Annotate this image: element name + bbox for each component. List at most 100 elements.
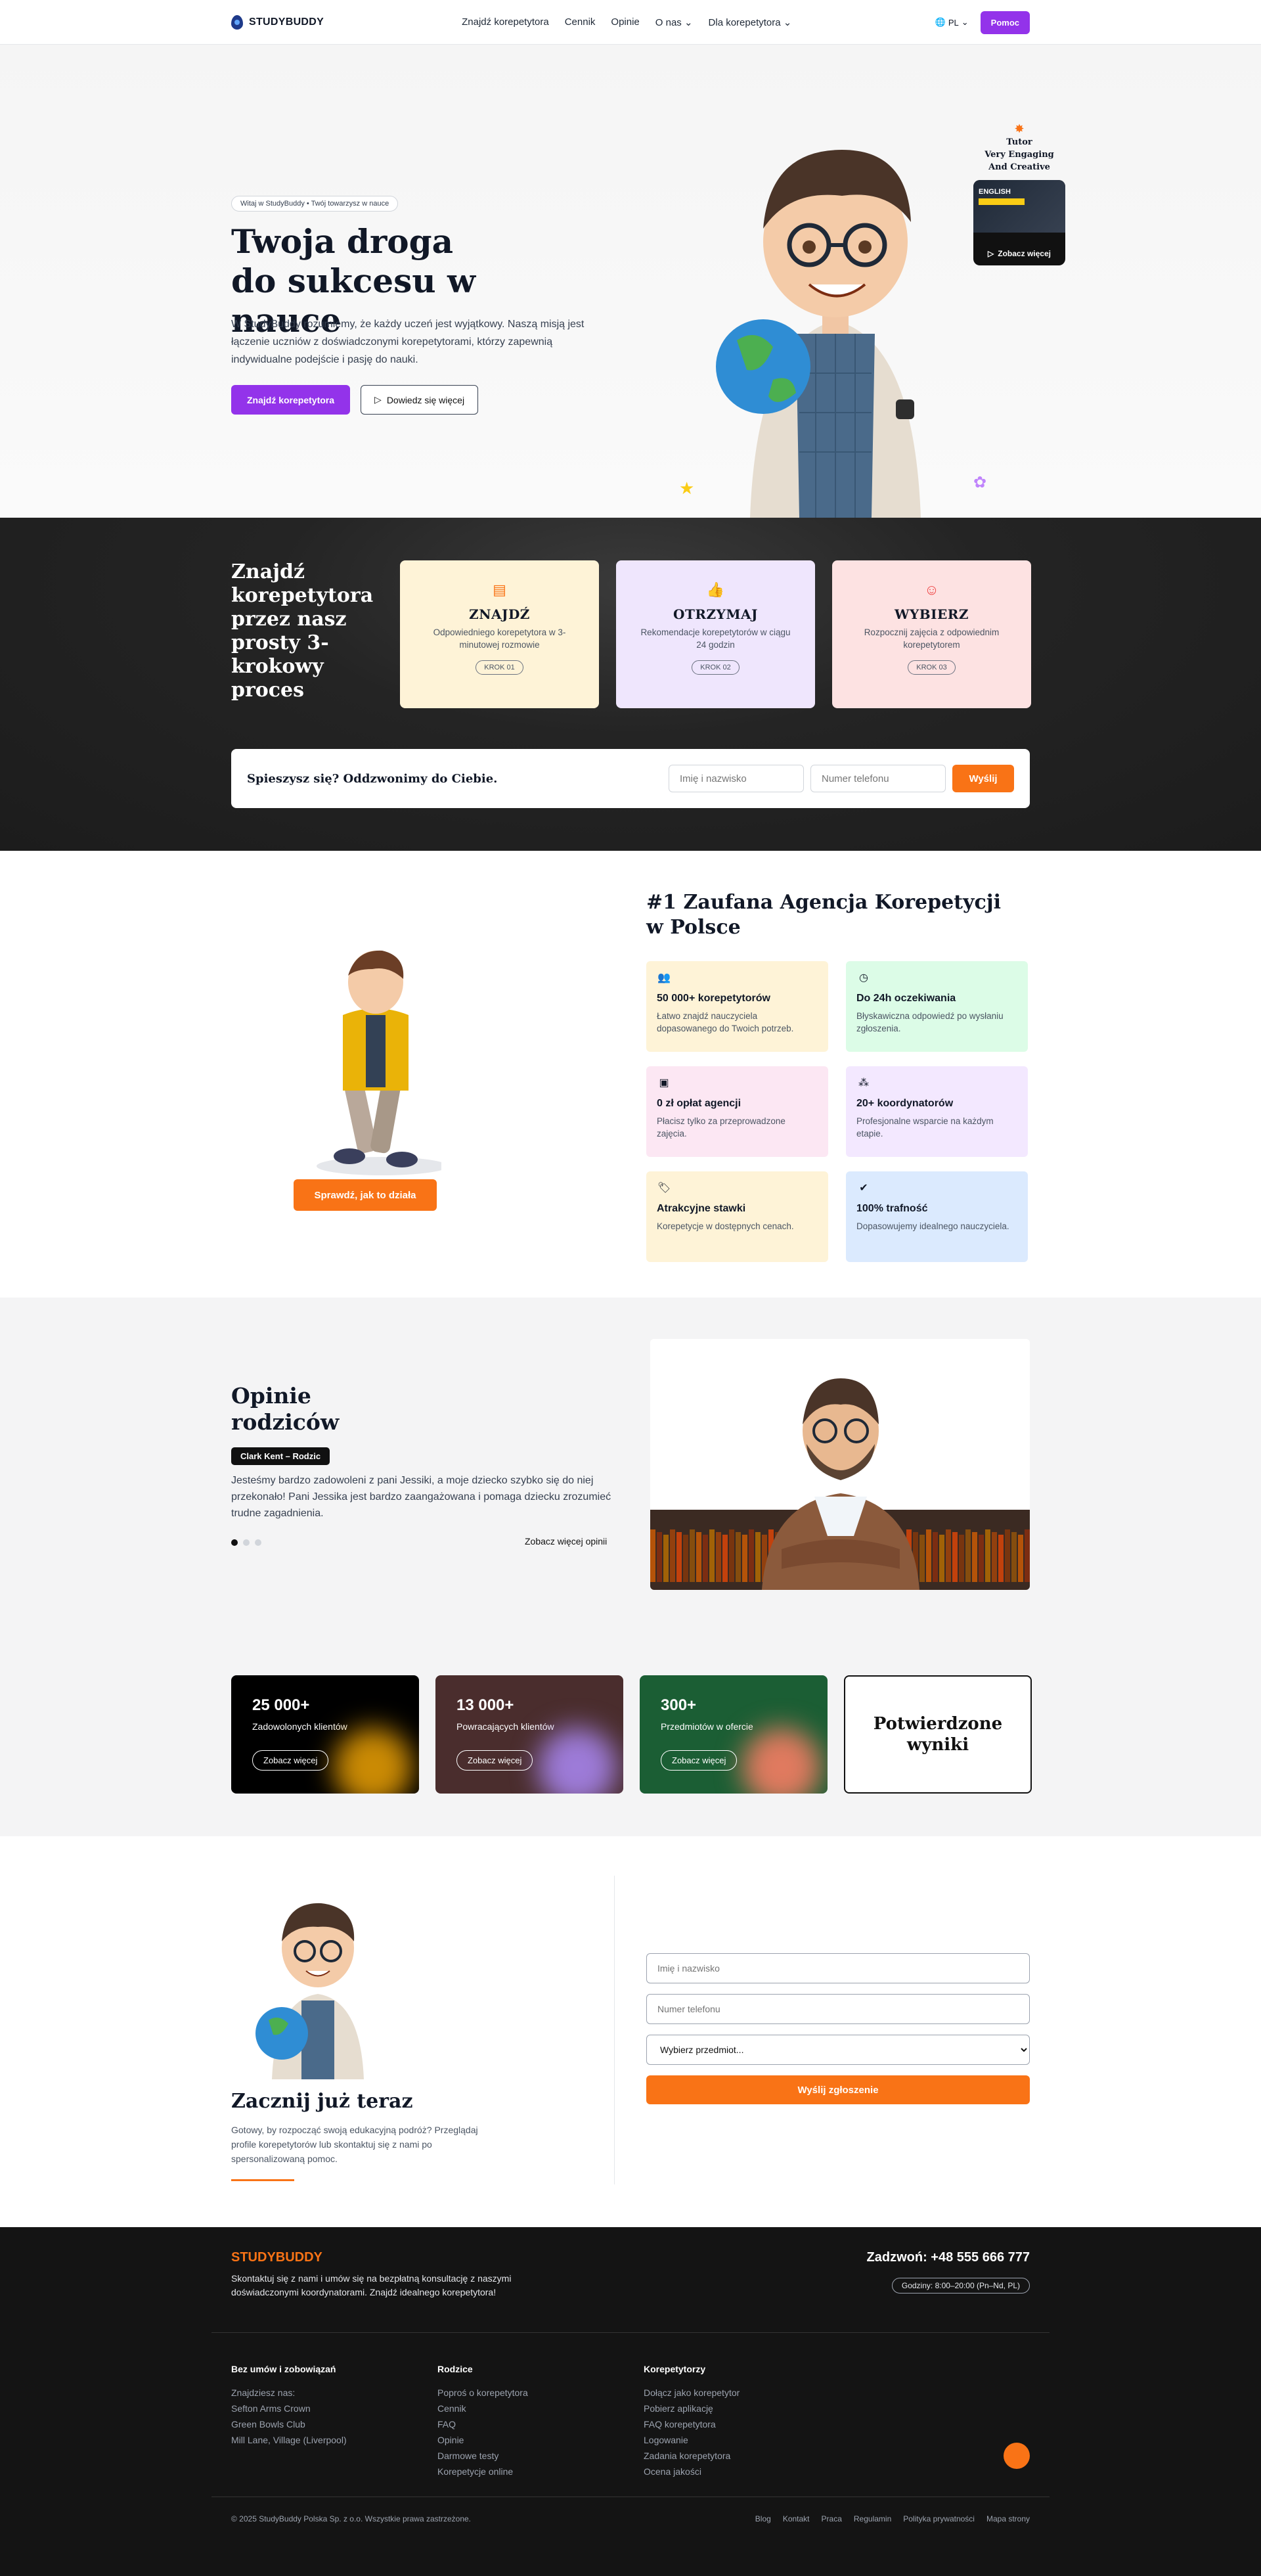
feature-card: ◷ Do 24h oczekiwania Błyskawiczna odpowied… <box>846 961 1028 1052</box>
footer-hours-badge: Godziny: 8:00–20:00 (Pn–Nd, PL) <box>891 2278 1030 2294</box>
footer-link[interactable]: Korepetycje online <box>437 2464 528 2479</box>
footer-link[interactable]: Cennik <box>437 2401 528 2416</box>
footer-link[interactable]: Opinie <box>437 2432 528 2448</box>
step-badge: KROK 01 <box>476 660 523 675</box>
nav-item-about[interactable]: O nas ⌄ <box>655 16 693 28</box>
step-badge: KROK 02 <box>692 660 740 675</box>
feature-desc: Korepetycje w dostępnych cenach. <box>657 1221 794 1231</box>
see-more-link[interactable]: ▷ Zobacz więcej <box>973 242 1065 265</box>
step-title: ZNAJDŹ <box>469 606 530 622</box>
step-desc: Rozpocznij zajęcia z odpowiednim korepet… <box>864 627 1000 650</box>
feature-title: 100% trafność <box>856 1203 928 1214</box>
nav-item-find-tutor[interactable]: Znajdź korepetytora <box>462 16 549 28</box>
footer-bottom-links: Blog Kontakt Praca Regulamin Polityka pr… <box>755 2514 1030 2523</box>
feature-desc: Płacisz tylko za przeprowadzone zajęcia. <box>657 1116 785 1139</box>
callback-submit-button[interactable]: Wyślij <box>952 765 1014 792</box>
footer-bottom-link[interactable]: Praca <box>822 2514 842 2523</box>
agency-title-line1: #1 Zaufana Agencja Korepetycji <box>646 891 1001 914</box>
top-nav: STUDYBUDDY Znajdź korepetytora Cennik Op… <box>0 0 1261 45</box>
stat-card-clients: 25 000+ Zadowolonych klientów Zobacz wię… <box>231 1675 419 1794</box>
footer-link[interactable]: Ocena jakości <box>644 2464 740 2479</box>
stat-value: 300+ <box>661 1696 697 1714</box>
footer-link[interactable]: Zadania korepetytora <box>644 2448 740 2464</box>
stat-value: 13 000+ <box>456 1696 514 1714</box>
nav-item-pricing[interactable]: Cennik <box>565 16 596 28</box>
nav-item-reviews[interactable]: Opinie <box>611 16 639 28</box>
opinions-title-line2: rodziców <box>231 1409 340 1435</box>
nav-item-for-tutors[interactable]: Dla korepetytora ⌄ <box>709 16 792 28</box>
callback-form: Spieszysz się? Oddzwonimy do Ciebie. Wyś… <box>231 749 1030 808</box>
language-label: PL <box>948 17 959 28</box>
footer-link[interactable]: Dołącz jako korepetytor <box>644 2385 740 2401</box>
feature-desc: Łatwo znajdź nauczyciela dopasowanego do… <box>657 1011 794 1033</box>
feature-card: ⁂ 20+ koordynatorów Profesjonalne wsparcie… <box>846 1066 1028 1157</box>
start-section: Zacznij już teraz Gotowy, by rozpocząć s… <box>0 1836 1261 2227</box>
submit-request-button[interactable]: Wyślij zgłoszenie <box>646 2075 1030 2104</box>
step-card: ☺ WYBIERZ Rozpocznij zajęcia z odpowiednim… <box>832 560 1031 708</box>
footer-link[interactable]: Logowanie <box>644 2432 740 2448</box>
feature-title: 20+ koordynatorów <box>856 1098 954 1109</box>
main-menu: Znajdź korepetytora Cennik Opinie O nas … <box>462 16 791 28</box>
step-card: 👍 OTRZYMAJ Rekomendacje korepetytorów w ci… <box>616 560 815 708</box>
review-author-badge: Clark Kent – Rodzic <box>231 1447 330 1465</box>
student-globe-illustration <box>255 1903 364 2079</box>
check-circle-icon: ✔ <box>859 1183 868 1194</box>
footer-link[interactable]: FAQ <box>437 2416 528 2432</box>
how-it-works-button[interactable]: Sprawdź, jak to działa <box>294 1179 437 1211</box>
subject-select[interactable]: Wybierz przedmiot... <box>646 2035 1030 2065</box>
hero-title-line1: Twoja droga <box>231 222 454 261</box>
stat-see-more-button[interactable]: Zobacz więcej <box>252 1750 329 1771</box>
stat-see-more-button[interactable]: Zobacz więcej <box>456 1750 533 1771</box>
footer-bottom-link[interactable]: Regulamin <box>854 2514 891 2523</box>
opinions-title-line1: Opinie <box>231 1383 311 1409</box>
step-title: OTRZYMAJ <box>673 606 758 622</box>
chat-button[interactable] <box>1004 2443 1030 2469</box>
copyright: © 2025 StudyBuddy Polska Sp. z o.o. Wszy… <box>231 2514 472 2523</box>
network-icon: ⁂ <box>858 1077 869 1089</box>
footer-brand[interactable]: STUDYBUDDY <box>231 2250 322 2265</box>
footer-phone[interactable]: Zadzwoń: +48 555 666 777 <box>867 2250 1030 2265</box>
request-phone-input[interactable] <box>646 1994 1030 2024</box>
play-icon: ▷ <box>988 249 994 258</box>
steps-title: Znajdź korepetytora przez nasz prosty 3-… <box>231 560 374 702</box>
feature-card: ▣ 0 zł opłat agencji Płacisz tylko za prze… <box>646 1066 828 1157</box>
callback-name-input[interactable] <box>669 765 804 792</box>
brand-logo[interactable]: STUDYBUDDY <box>231 15 324 30</box>
walking-boy-illustration <box>317 950 441 1175</box>
step-desc: Odpowiedniego korepetytora w 3-minutowej… <box>433 627 566 650</box>
footer-col-tutors: Korepetytorzy Dołącz jako korepetytor Po… <box>644 2361 740 2479</box>
footer-bottom-link[interactable]: Kontakt <box>783 2514 810 2523</box>
footer-text: Sefton Arms Crown <box>231 2403 311 2414</box>
footer-link[interactable]: Poproś o korepetytora <box>437 2385 528 2401</box>
footer-bottom-link[interactable]: Blog <box>755 2514 771 2523</box>
footer-bottom-link[interactable]: Mapa strony <box>986 2514 1030 2523</box>
tutor-video-thumbnail[interactable]: ENGLISH ▷ Zobacz więcej <box>973 180 1065 265</box>
accent-underline <box>231 2179 294 2181</box>
footer-link[interactable]: FAQ korepetytora <box>644 2416 740 2432</box>
footer-col-title: Rodzice <box>437 2364 473 2374</box>
stat-see-more-button[interactable]: Zobacz więcej <box>661 1750 738 1771</box>
tutor-card-line2: Very Engaging <box>984 150 1054 160</box>
step-card: ▤ ZNAJDŹ Odpowiedniego korepetytora w 3-mi… <box>400 560 599 708</box>
help-button[interactable]: Pomoc <box>980 11 1030 34</box>
stat-glow <box>538 1728 617 1794</box>
see-more-reviews-link[interactable]: Zobacz więcej opinii <box>525 1536 607 1547</box>
footer-link[interactable]: Pobierz aplikację <box>644 2401 740 2416</box>
verified-results-card: Potwierdzone wyniki <box>844 1675 1032 1794</box>
language-switcher[interactable]: 🌐 PL ⌄ <box>935 17 969 28</box>
tutor-promo-card[interactable]: ✸ Tutor Very Engaging And Creative ENGLI… <box>973 122 1065 265</box>
carousel-dot[interactable] <box>243 1539 250 1546</box>
feature-title: 0 zł opłat agencji <box>657 1098 741 1109</box>
learn-more-button[interactable]: ▷ Dowiedz się więcej <box>361 385 479 415</box>
carousel-dot-active[interactable] <box>231 1539 238 1546</box>
footer-link[interactable]: Darmowe testy <box>437 2448 528 2464</box>
footer-bottom-link[interactable]: Polityka prywatności <box>903 2514 975 2523</box>
star-icon: ★ <box>679 478 695 498</box>
callback-phone-input[interactable] <box>810 765 946 792</box>
carousel-dot[interactable] <box>255 1539 261 1546</box>
find-tutor-button[interactable]: Znajdź korepetytora <box>231 385 351 415</box>
request-name-input[interactable] <box>646 1953 1030 1983</box>
footer-col-parents: Rodzice Poproś o korepetytora Cennik FAQ… <box>437 2361 528 2479</box>
hero-lead: W StudyBuddy rozumiemy, że każdy uczeń j… <box>231 319 585 365</box>
users-icon: 👥 <box>657 972 671 983</box>
